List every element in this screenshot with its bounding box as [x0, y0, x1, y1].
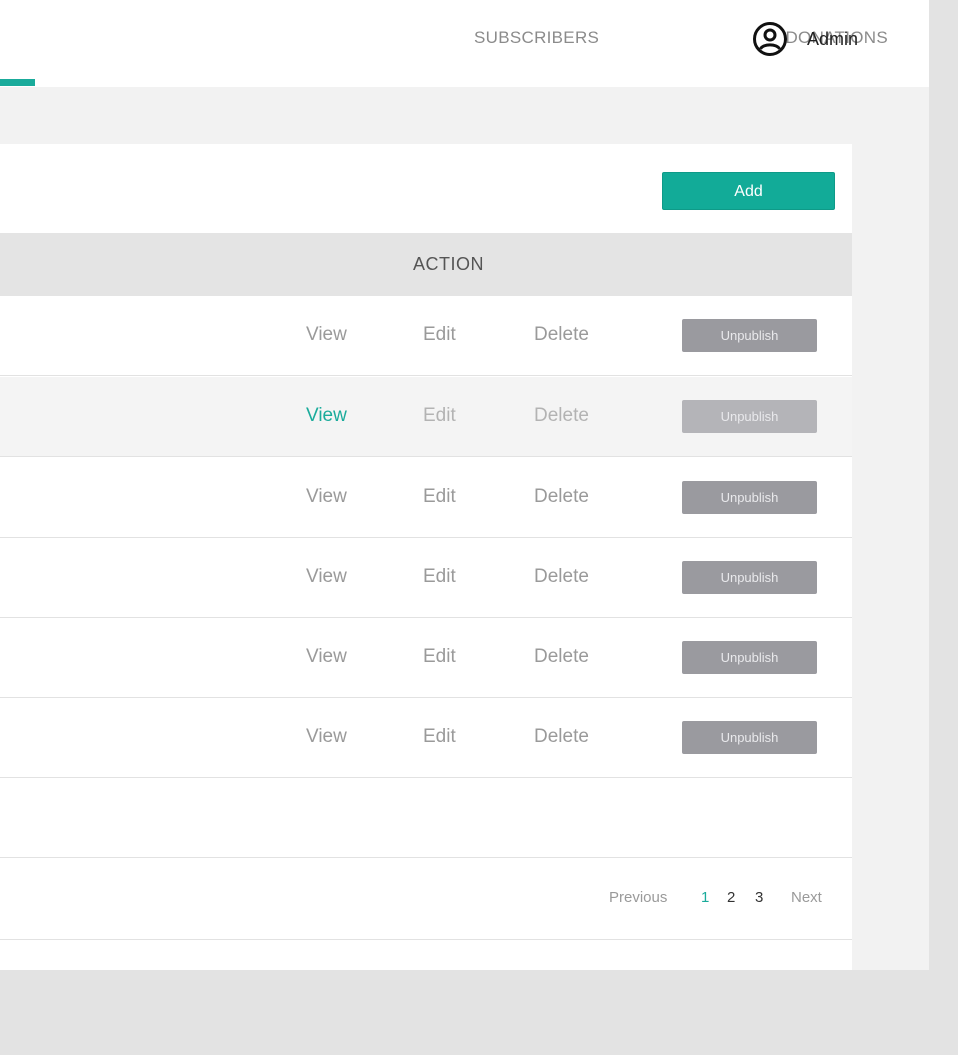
user-menu[interactable]: Admin: [752, 20, 858, 58]
unpublish-button[interactable]: Unpublish: [682, 641, 817, 674]
content-panel: Add ACTION View Edit Delete Unpublish Vi…: [0, 144, 852, 970]
table-header: ACTION: [0, 233, 852, 296]
delete-link[interactable]: Delete: [534, 566, 589, 588]
table-row: View Edit Delete Unpublish: [0, 538, 852, 618]
table-row: View Edit Delete Unpublish: [0, 458, 852, 538]
table-row: View Edit Delete Unpublish: [0, 296, 852, 376]
unpublish-button[interactable]: Unpublish: [682, 319, 817, 352]
unpublish-button[interactable]: Unpublish: [682, 400, 817, 433]
table-row-empty: [0, 778, 852, 858]
pagination-page-1[interactable]: 1: [701, 888, 709, 908]
view-link[interactable]: View: [306, 646, 347, 668]
pagination-page-2[interactable]: 2: [727, 888, 735, 908]
view-link[interactable]: View: [306, 405, 347, 427]
column-header-action: ACTION: [413, 254, 485, 274]
pagination: Previous 1 2 3 Next: [0, 859, 852, 940]
table-row: View Edit Delete Unpublish: [0, 698, 852, 778]
delete-link[interactable]: Delete: [534, 324, 589, 346]
unpublish-button[interactable]: Unpublish: [682, 561, 817, 594]
view-link[interactable]: View: [306, 324, 347, 346]
delete-link[interactable]: Delete: [534, 405, 589, 427]
unpublish-button[interactable]: Unpublish: [682, 721, 817, 754]
pagination-page-3[interactable]: 3: [755, 888, 763, 908]
view-link[interactable]: View: [306, 566, 347, 588]
edit-link[interactable]: Edit: [423, 726, 456, 748]
delete-link[interactable]: Delete: [534, 646, 589, 668]
pagination-next[interactable]: Next: [791, 888, 822, 908]
table-row: View Edit Delete Unpublish: [0, 377, 852, 457]
pagination-previous[interactable]: Previous: [609, 888, 667, 908]
edit-link[interactable]: Edit: [423, 646, 456, 668]
edit-link[interactable]: Edit: [423, 324, 456, 346]
user-name: Admin: [807, 29, 859, 49]
delete-link[interactable]: Delete: [534, 486, 589, 508]
nav-subscribers[interactable]: SUBSCRIBERS: [474, 27, 599, 49]
top-navigation-bar: DONATIONS SUBSCRIBERS Admin: [0, 0, 929, 87]
delete-link[interactable]: Delete: [534, 726, 589, 748]
active-tab-indicator: [0, 79, 35, 86]
edit-link[interactable]: Edit: [423, 486, 456, 508]
edit-link[interactable]: Edit: [423, 566, 456, 588]
edit-link[interactable]: Edit: [423, 405, 456, 427]
user-circle-icon: [753, 22, 787, 56]
table-row: View Edit Delete Unpublish: [0, 618, 852, 698]
unpublish-button[interactable]: Unpublish: [682, 481, 817, 514]
view-link[interactable]: View: [306, 726, 347, 748]
add-button[interactable]: Add: [662, 172, 835, 210]
view-link[interactable]: View: [306, 486, 347, 508]
app-root: DONATIONS SUBSCRIBERS Admin Add ACTION V…: [0, 0, 929, 970]
